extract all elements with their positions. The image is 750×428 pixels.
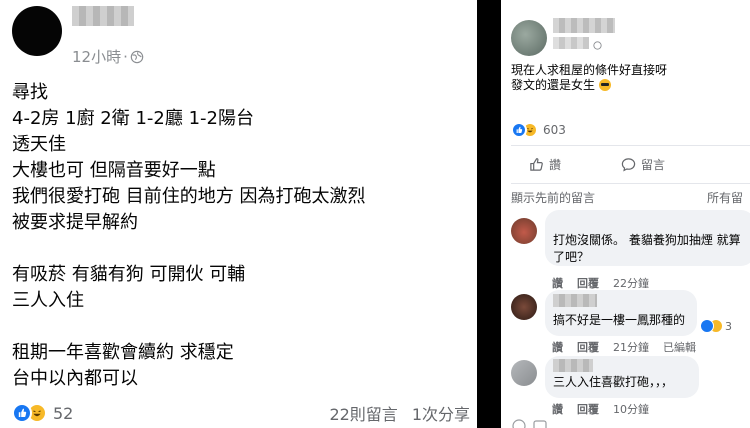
redacted-author-name[interactable] (72, 6, 134, 26)
comment-edited-label: 已編輯 (663, 341, 696, 354)
redacted-author-name[interactable] (553, 18, 615, 33)
redacted-commenter-name[interactable] (553, 359, 593, 372)
post-line: 三人入住 (12, 290, 84, 311)
reaction-count: 603 (543, 123, 566, 137)
share-count-link[interactable]: 1次分享 (412, 401, 470, 425)
post-line: 尋找 (12, 82, 48, 103)
comment-line: 搞不好是一樓一鳳那種的 (553, 313, 686, 327)
post-actions: 讚 留言 (529, 156, 665, 173)
comment-icon (621, 158, 636, 172)
avatar[interactable] (12, 6, 62, 56)
like-label: 讚 (549, 158, 562, 172)
comment-count-link[interactable]: 22則留言 (329, 401, 397, 425)
comment-line: 三人入住喜歡打砲，，， (553, 375, 674, 389)
show-previous-comments-link[interactable]: 顯示先前的留言 (511, 189, 595, 206)
avatar[interactable] (511, 20, 547, 56)
reaction-summary[interactable]: 603 (511, 122, 566, 138)
comment-label: 留言 (641, 158, 666, 172)
globe-icon (593, 41, 602, 50)
post-body: 尋找 4-2房 1廚 2衛 1-2廳 1-2陽台 透天佳 大樓也可 但隔音要好一… (12, 80, 365, 392)
comment-button[interactable]: 留言 (621, 156, 665, 173)
comment-like-button[interactable]: 讚 (552, 275, 563, 291)
post-line: 有吸菸 有貓有狗 可開伙 可輔 (12, 264, 246, 285)
post-timestamp[interactable]: 12小時 (72, 46, 121, 67)
reaction-summary[interactable]: 52 (12, 403, 73, 423)
globe-icon (130, 50, 144, 63)
comment-actions: 讚 回覆 21分鐘 已編輯 (552, 339, 696, 355)
like-reaction-icon (700, 319, 714, 333)
comment-actions: 讚 回覆 22分鐘 (552, 275, 649, 291)
comment-reaction-count: 3 (725, 319, 732, 333)
post-line: 現在人求租屋的條件好直接呀 (511, 63, 668, 77)
post-line: 租期一年喜歡會續約 求穩定 (12, 342, 234, 363)
post-line: 發文的還是女生 (511, 78, 596, 92)
reaction-count: 52 (53, 403, 74, 423)
post-meta: 12小時 · (72, 46, 144, 67)
comment-reply-button[interactable]: 回覆 (577, 275, 599, 291)
comment-like-button[interactable]: 讚 (552, 339, 563, 355)
post-line: 4-2房 1廚 2衛 1-2廳 1-2陽台 (12, 108, 254, 129)
post-line: 我們很愛打砲 目前住的地方 因為打砲太激烈 (12, 186, 366, 207)
redacted-commenter-name[interactable] (553, 294, 597, 307)
like-reaction-icon (12, 403, 32, 423)
cool-emoji-icon (598, 79, 611, 91)
post-line: 台中以內都可以 (12, 368, 138, 389)
post-line: 被要求提早解約 (12, 212, 138, 233)
comment-line: 了吧？ (553, 250, 590, 264)
divider (511, 145, 750, 146)
comment-time[interactable]: 21分鐘 (613, 339, 649, 355)
comment-avatar[interactable] (511, 294, 537, 320)
thumbs-up-icon (530, 158, 543, 171)
post-line: 大樓也可 但隔音要好一點 (12, 160, 216, 181)
like-button[interactable]: 讚 (529, 156, 561, 173)
comment-time[interactable]: 22分鐘 (613, 275, 649, 291)
comment-avatar[interactable] (511, 218, 537, 244)
comment-avatar[interactable] (511, 360, 537, 386)
post-footer: 52 22則留言 1次分享 (12, 400, 470, 426)
post-line: 透天佳 (12, 134, 66, 155)
all-comments-filter[interactable]: 所有留 (707, 189, 743, 206)
comment-reply-button[interactable]: 回覆 (577, 339, 599, 355)
right-post-panel: 現在人求租屋的條件好直接呀 發文的還是女生 603 讚 留言 顯示先前的留言 所… (501, 0, 750, 428)
post-stats: 22則留言 1次分享 (329, 401, 470, 425)
comment-bubble: 打炮沒關係。 養貓養狗加抽煙 就算 了吧？ (545, 210, 750, 266)
left-post-panel: 12小時 · 尋找 4-2房 1廚 2衛 1-2廳 1-2陽台 透天佳 大樓也可… (0, 0, 477, 428)
redacted-timestamp (553, 37, 589, 49)
comment-line: 打炮沒關係。 養貓養狗加抽煙 就算 (553, 233, 741, 247)
comment-reactions[interactable]: 3 (697, 318, 735, 334)
like-reaction-icon (511, 122, 527, 138)
post-body: 現在人求租屋的條件好直接呀 發文的還是女生 (511, 63, 667, 93)
partial-bottom-icons (512, 419, 547, 428)
divider (511, 183, 750, 184)
